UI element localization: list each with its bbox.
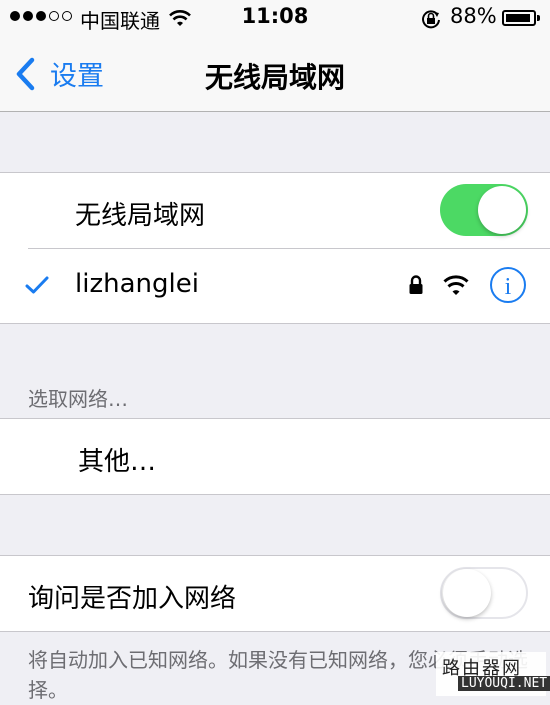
wifi-toggle-label: 无线局域网 <box>75 201 206 231</box>
watermark-logo: 路由器网 LUYOUQI.NET <box>436 652 550 696</box>
ask-join-label: 询问是否加入网络 <box>28 584 237 614</box>
other-network-label: 其他… <box>78 447 157 477</box>
wifi-toggle[interactable] <box>440 184 528 236</box>
lock-icon <box>409 275 423 294</box>
svg-text:i: i <box>505 274 512 300</box>
navigation-bar: 设置 无线局域网 <box>0 36 550 112</box>
connected-network-row[interactable]: lizhanglei i <box>0 249 550 323</box>
status-bar: 中国联通 11:08 88% <box>0 0 550 36</box>
page-title: 无线局域网 <box>204 61 345 94</box>
info-icon[interactable]: i <box>489 266 527 304</box>
ask-join-group: 询问是否加入网络 <box>0 555 550 632</box>
checkmark-icon <box>25 276 49 294</box>
other-network-row[interactable]: 其他… <box>0 419 550 494</box>
other-network-group: 其他… <box>0 418 550 495</box>
battery-percentage: 88% <box>450 4 497 28</box>
wifi-signal-icon <box>443 275 469 295</box>
battery-icon <box>502 10 540 26</box>
rotation-lock-icon <box>420 8 442 34</box>
watermark-text-en: LUYOUQI.NET <box>458 676 550 691</box>
connected-network-name: lizhanglei <box>75 269 199 299</box>
ask-join-row: 询问是否加入网络 <box>0 556 550 631</box>
choose-network-header: 选取网络… <box>28 387 128 411</box>
wifi-group: 无线局域网 lizhanglei i <box>0 172 550 324</box>
wifi-toggle-row: 无线局域网 <box>0 173 550 248</box>
ask-join-toggle[interactable] <box>440 567 528 619</box>
